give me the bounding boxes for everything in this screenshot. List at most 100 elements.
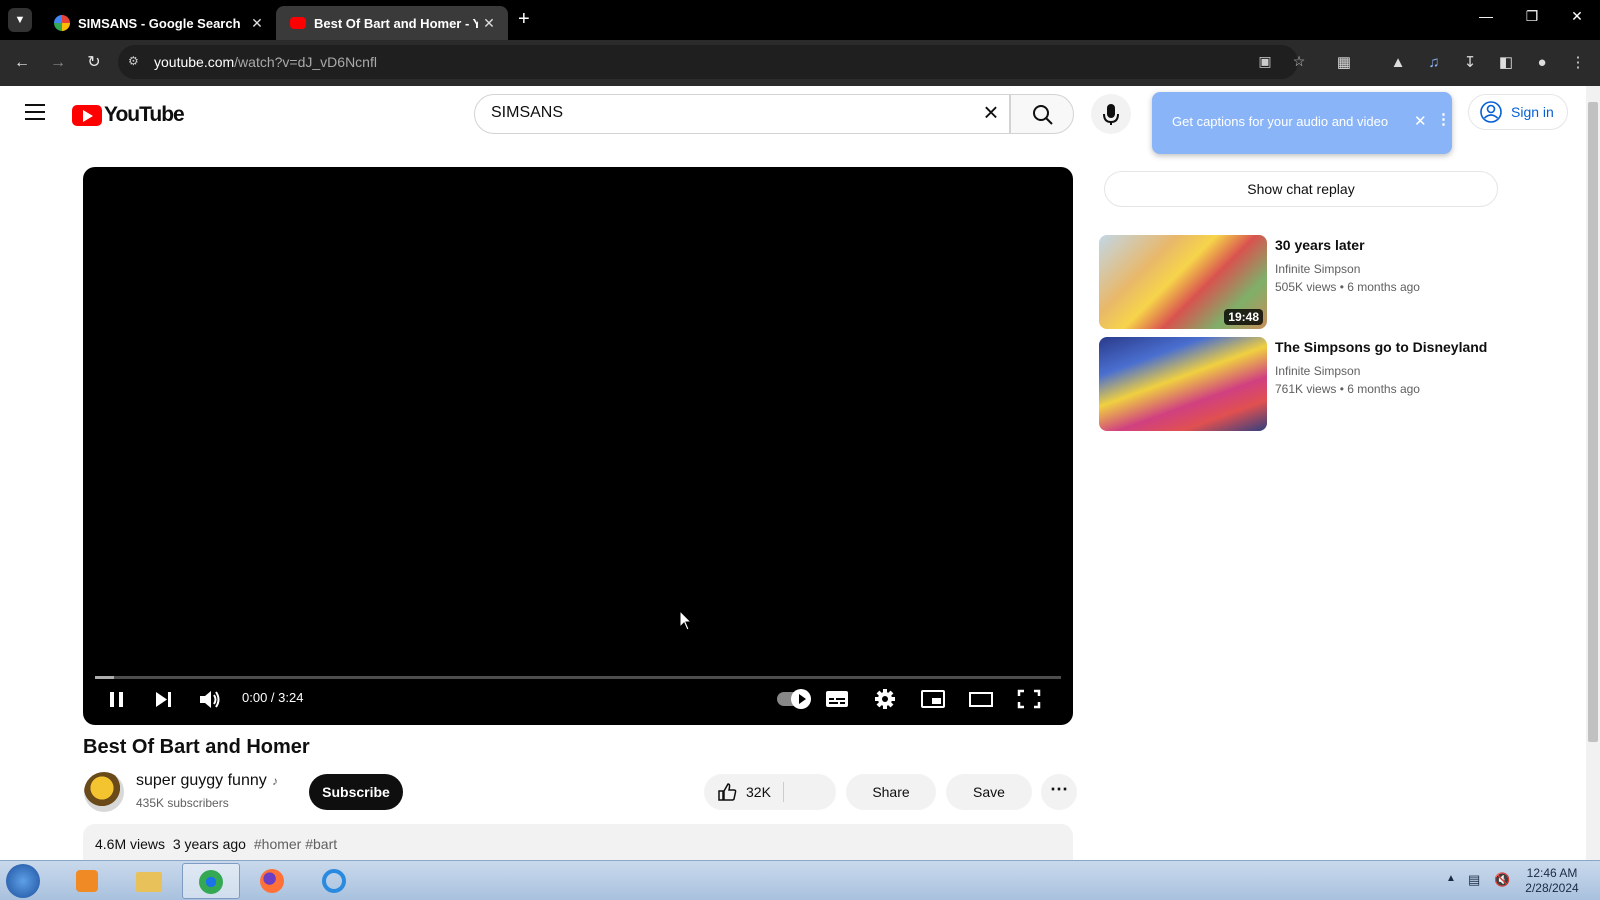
view-count: 4.6M views xyxy=(95,836,166,852)
recommended-meta: 505K views • 6 months ago xyxy=(1275,280,1420,294)
search-input[interactable] xyxy=(491,104,951,122)
site-info-icon[interactable]: ⚙ xyxy=(128,54,144,70)
subtitles-icon xyxy=(826,691,848,707)
forward-icon[interactable]: → xyxy=(48,53,68,73)
media-controls-icon[interactable]: ♫ xyxy=(1424,53,1444,73)
next-button[interactable] xyxy=(151,684,175,714)
tab-google-search[interactable]: SIMSANS - Google Search ✕ xyxy=(40,6,276,40)
description-box[interactable]: 4.6M views 3 years ago #homer #bart xyxy=(83,824,1073,860)
recommended-channel[interactable]: Infinite Simpson xyxy=(1275,364,1360,378)
dislike-button[interactable] xyxy=(790,780,826,804)
share-button[interactable]: Share xyxy=(846,774,936,810)
page-scrollbar[interactable] xyxy=(1586,86,1600,860)
tab-close-icon[interactable]: ✕ xyxy=(246,15,268,32)
channel-avatar[interactable] xyxy=(84,772,124,812)
settings-button[interactable] xyxy=(872,684,898,714)
video-player[interactable]: 0:00 / 3:24 xyxy=(83,167,1073,725)
download-icon[interactable]: ↧ xyxy=(1460,53,1480,73)
captions-promo-popup[interactable]: Get captions for your audio and video ✕ … xyxy=(1152,92,1452,154)
search-button[interactable] xyxy=(1010,94,1074,134)
miniplayer-button[interactable] xyxy=(920,684,946,714)
volume-icon xyxy=(200,691,220,708)
new-tab-button[interactable]: + xyxy=(518,9,530,29)
tab-label: SIMSANS - Google Search xyxy=(78,15,241,31)
recommended-video[interactable]: The Simpsons go to Disneyland Infinite S… xyxy=(1099,337,1519,431)
back-icon[interactable]: ← xyxy=(12,53,32,73)
close-icon[interactable]: ✕ xyxy=(1414,112,1427,130)
show-hidden-icons[interactable]: ▲ xyxy=(1446,873,1456,884)
install-app-icon[interactable]: ▣ xyxy=(1256,53,1274,71)
more-actions-icon[interactable]: ⋯ xyxy=(1041,774,1077,810)
share-label: Share xyxy=(872,784,910,800)
fullscreen-icon xyxy=(1017,689,1041,709)
duration-badge: 19:48 xyxy=(1224,309,1263,325)
theater-mode-icon xyxy=(969,692,993,707)
tab-search-button[interactable]: ▼ xyxy=(8,8,32,32)
restore-icon[interactable]: ❐ xyxy=(1520,8,1544,25)
recommended-views: 761K views xyxy=(1275,382,1337,396)
reload-icon[interactable]: ↻ xyxy=(84,53,104,73)
fullscreen-button[interactable] xyxy=(1016,684,1042,714)
clear-search-icon[interactable]: × xyxy=(977,99,1005,128)
theater-mode-button[interactable] xyxy=(968,684,994,714)
chrome-taskbar-icon[interactable] xyxy=(182,863,240,899)
hashtags[interactable]: #homer #bart xyxy=(254,836,337,852)
sign-in-button[interactable]: Sign in xyxy=(1468,94,1568,130)
music-note-icon: ♪ xyxy=(272,774,278,788)
logo-text: YouTube xyxy=(104,103,185,126)
clock[interactable]: 12:46 AM 2/28/2024 xyxy=(1522,866,1582,896)
save-button[interactable]: Save xyxy=(946,774,1032,810)
tab-close-icon[interactable]: ✕ xyxy=(478,15,500,32)
miniplayer-icon xyxy=(921,690,945,708)
upload-age: 3 years ago xyxy=(172,836,246,852)
mouse-cursor-icon xyxy=(679,609,693,637)
description-meta: 4.6M views 3 years ago #homer #bart xyxy=(95,836,337,852)
video-thumbnail[interactable] xyxy=(1099,337,1267,431)
profile-icon[interactable]: ● xyxy=(1532,53,1552,73)
video-thumbnail[interactable]: 19:48 xyxy=(1099,235,1267,329)
mute-button[interactable] xyxy=(197,684,223,714)
media-player-taskbar-icon[interactable] xyxy=(58,863,116,899)
subscribe-button[interactable]: Subscribe xyxy=(309,774,403,810)
address-bar[interactable]: ⚙ youtube.com/watch?v=dJ_vD6Ncnfl ▣ ☆ xyxy=(118,45,1305,79)
tab-youtube-video[interactable]: Best Of Bart and Homer - YouT ✕ xyxy=(276,6,508,40)
side-panel-icon[interactable]: ◧ xyxy=(1496,53,1516,73)
youtube-play-logo-icon xyxy=(72,104,102,126)
pause-button[interactable] xyxy=(105,684,129,714)
account-icon xyxy=(1480,101,1502,123)
firefox-taskbar-icon[interactable] xyxy=(244,863,302,899)
subtitles-button[interactable] xyxy=(824,684,850,714)
youtube-page: YouTube × Get captions for your audio an… xyxy=(0,86,1586,860)
file-explorer-taskbar-icon[interactable] xyxy=(120,863,178,899)
url-text[interactable]: youtube.com/watch?v=dJ_vD6Ncnfl xyxy=(154,54,377,70)
more-vert-icon[interactable]: ⋮ xyxy=(1436,110,1451,128)
like-button[interactable]: 32K xyxy=(716,781,771,803)
close-window-icon[interactable]: ✕ xyxy=(1565,8,1589,25)
channel-name[interactable]: super guygy funny xyxy=(136,772,267,790)
recommended-channel[interactable]: Infinite Simpson xyxy=(1275,262,1360,276)
network-icon[interactable]: ▤ xyxy=(1468,872,1480,888)
browser-menu-icon[interactable]: ⋮ xyxy=(1568,53,1588,73)
url-path: /watch?v=dJ_vD6Ncnfl xyxy=(234,54,377,70)
labs-flask-icon[interactable]: ▲ xyxy=(1388,53,1408,73)
extensions-icon[interactable]: ▦ xyxy=(1334,53,1354,73)
hamburger-menu-icon[interactable] xyxy=(25,104,45,120)
recommended-meta: 761K views • 6 months ago xyxy=(1275,382,1420,396)
search-box xyxy=(474,94,1010,134)
autoplay-toggle[interactable] xyxy=(777,689,811,709)
bookmark-star-icon[interactable]: ☆ xyxy=(1290,53,1308,71)
youtube-logo[interactable]: YouTube xyxy=(72,103,185,127)
voice-search-button[interactable] xyxy=(1091,94,1131,134)
show-chat-replay-button[interactable]: Show chat replay xyxy=(1104,171,1498,207)
recommended-title[interactable]: 30 years later xyxy=(1275,237,1365,253)
scrollbar-thumb[interactable] xyxy=(1588,102,1598,742)
recommended-video[interactable]: 19:48 30 years later Infinite Simpson 50… xyxy=(1099,235,1519,329)
progress-fill xyxy=(95,676,115,679)
recommended-title[interactable]: The Simpsons go to Disneyland xyxy=(1275,339,1487,355)
volume-muted-icon[interactable]: 🔇 xyxy=(1494,872,1510,888)
start-button-icon[interactable] xyxy=(6,864,40,898)
minimize-icon[interactable]: — xyxy=(1474,8,1498,24)
internet-explorer-taskbar-icon[interactable] xyxy=(306,863,364,899)
progress-bar[interactable] xyxy=(95,676,1061,679)
like-dislike-divider xyxy=(783,782,784,802)
